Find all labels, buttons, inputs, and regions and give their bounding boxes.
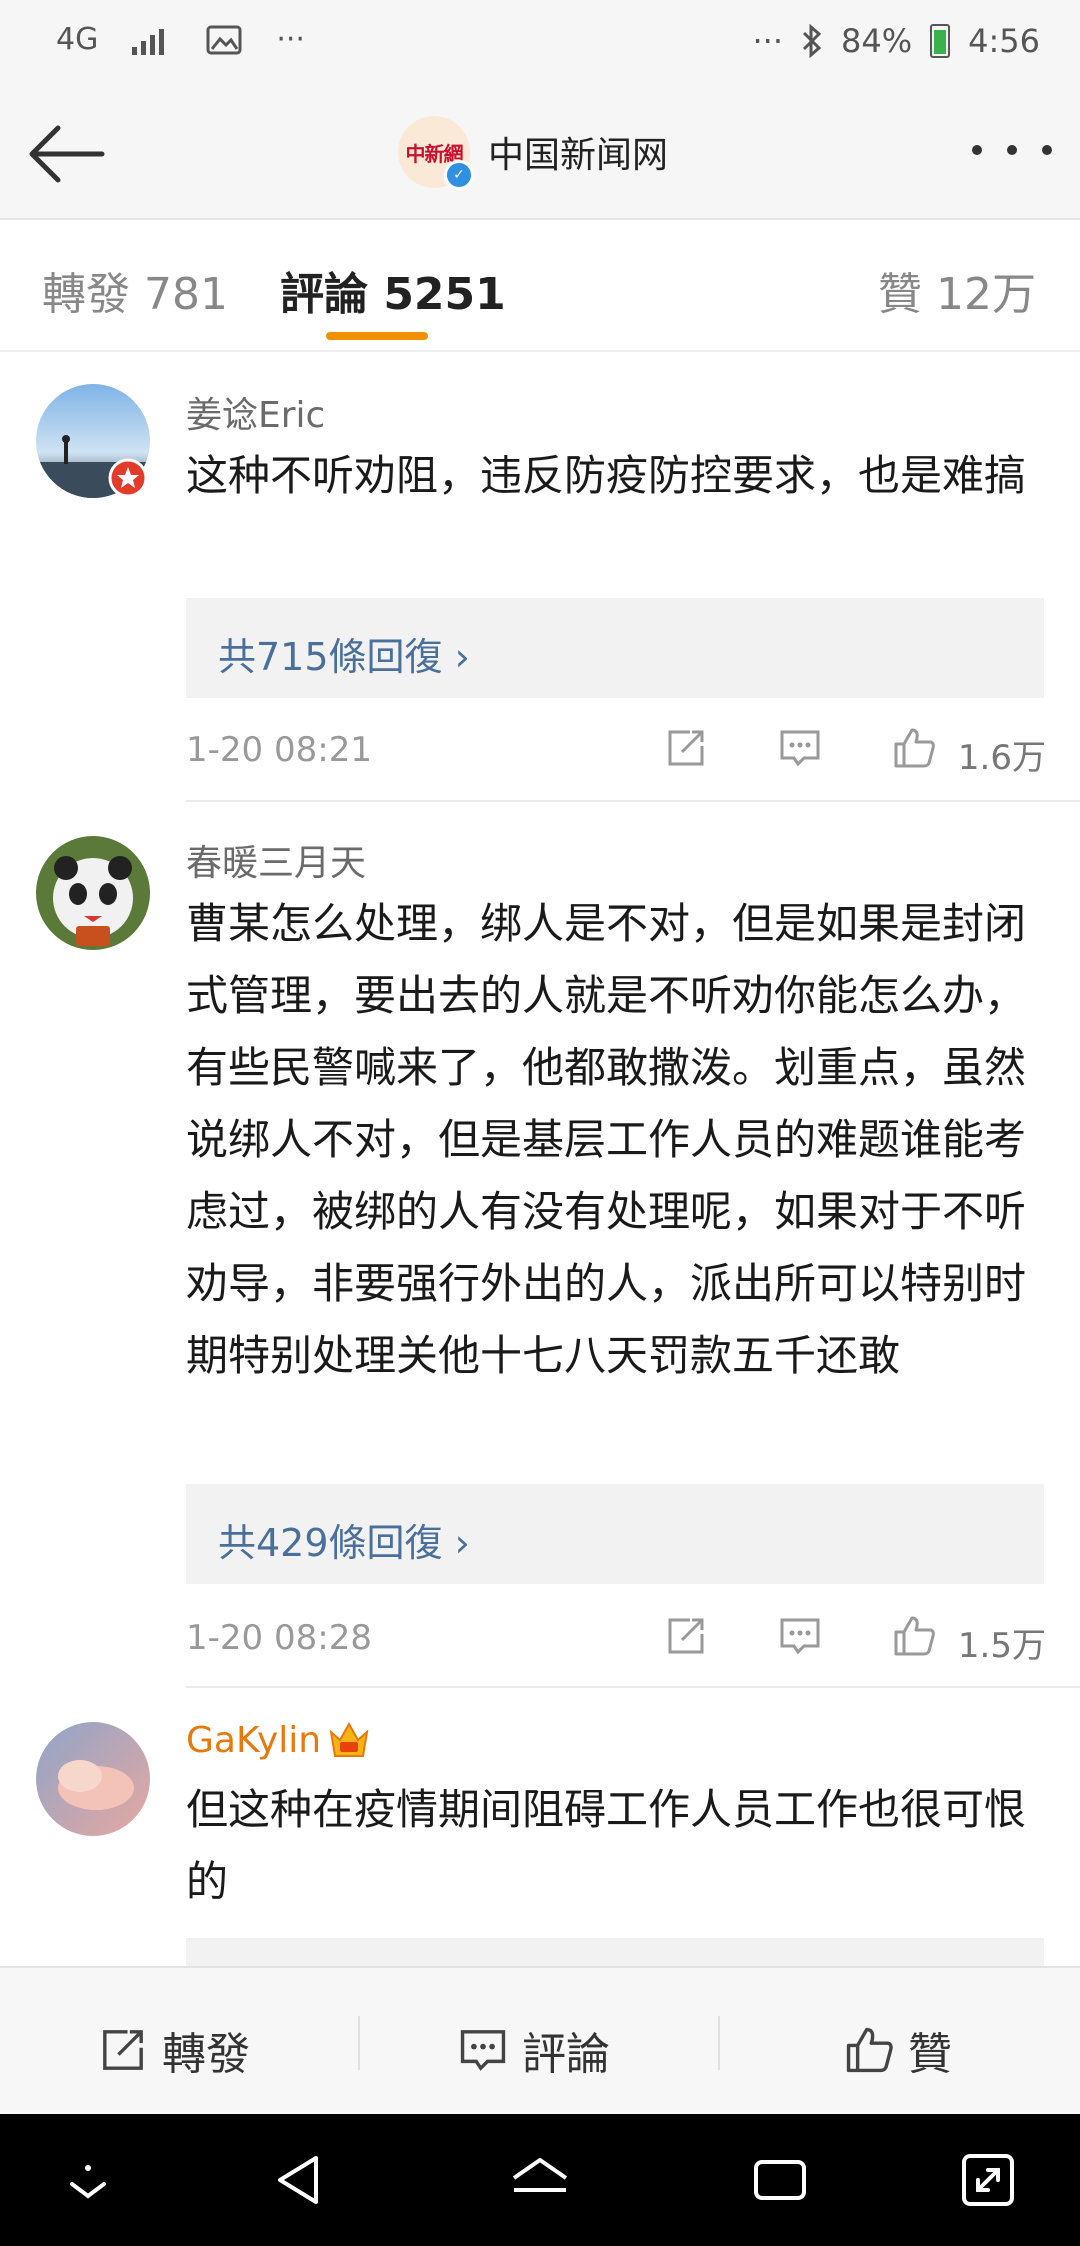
comment-button[interactable]: 評論 <box>458 2018 610 2082</box>
comment-label: 評論 <box>522 2029 610 2080</box>
repost-icon[interactable] <box>664 1614 708 1658</box>
comment-icon[interactable] <box>778 726 822 770</box>
like-count: 1.5万 <box>957 1626 1046 1666</box>
account-name[interactable]: 中国新闻网 <box>488 126 668 178</box>
battery-icon <box>930 24 951 58</box>
avatar[interactable] <box>36 1722 150 1836</box>
avatar-image <box>36 836 150 950</box>
repost-button[interactable]: 轉發 <box>98 2018 250 2082</box>
system-navigation-bar <box>0 2114 1080 2246</box>
signal-icon <box>132 28 165 55</box>
battery-percent: 84% <box>841 22 913 60</box>
repost-icon[interactable] <box>664 726 708 770</box>
divider <box>718 2016 720 2070</box>
clock: 4:56 <box>968 22 1040 60</box>
network-label: 4G <box>56 22 99 57</box>
divider <box>358 2016 360 2070</box>
back-arrow-icon[interactable] <box>24 112 108 196</box>
account-brand[interactable]: 中新網 ✓ 中国新闻网 <box>398 116 668 190</box>
tab-repost[interactable]: 轉發 781 <box>42 258 228 322</box>
member-badge-icon <box>108 458 148 498</box>
back-nav-icon[interactable] <box>270 2150 330 2210</box>
account-avatar[interactable]: 中新網 ✓ <box>398 116 474 190</box>
repost-label: 轉發 <box>162 2029 250 2080</box>
like-icon[interactable] <box>892 726 936 770</box>
divider <box>186 1686 1080 1688</box>
comment-time: 1-20 08:21 <box>186 730 372 770</box>
comment-username[interactable]: 姜谂Eric <box>186 386 325 438</box>
recents-nav-icon[interactable] <box>750 2150 810 2210</box>
avatar[interactable] <box>36 836 150 950</box>
comment-icon <box>460 2030 506 2071</box>
replies-count: 共429條回復 › <box>218 1521 470 1565</box>
status-bar: 4G ··· ··· 84% 4:56 <box>0 0 1080 90</box>
verified-badge-icon: ✓ <box>444 160 474 190</box>
tab-bar: 轉發 781 評論 5251 贊 12万 <box>0 220 1080 352</box>
repost-icon <box>103 2030 143 2070</box>
vip-crown-icon <box>329 1721 369 1757</box>
like-label: 贊 <box>908 2029 952 2080</box>
app-header: 中新網 ✓ 中国新闻网 <box>0 90 1080 220</box>
hide-keyboard-icon[interactable] <box>58 2150 118 2210</box>
more-options-icon[interactable] <box>972 130 1052 170</box>
replies-link[interactable]: 共715條回復 › <box>186 598 1044 698</box>
tab-comments[interactable]: 評論 5251 <box>280 258 506 322</box>
comment-meta: 1-20 08:28 1.5万 <box>186 1614 1046 1666</box>
divider <box>186 800 1080 802</box>
like-button[interactable]: 贊 <box>844 2018 952 2082</box>
active-tab-indicator <box>326 332 428 340</box>
comment-username[interactable]: GaKylin <box>186 1720 321 1761</box>
comment-icon[interactable] <box>778 1614 822 1658</box>
replies-count: 共715條回復 › <box>218 635 470 679</box>
comment-text: 但这种在疫情期间阻碍工作人员工作也很可恨的 <box>186 1785 1027 1906</box>
like-icon[interactable] <box>892 1614 936 1658</box>
like-icon <box>846 2027 893 2073</box>
home-nav-icon[interactable] <box>510 2150 570 2210</box>
replies-link[interactable]: 共429條回復 › <box>186 1484 1044 1584</box>
comment-text: 曹某怎么处理，绑人是不对，但是如果是封闭式管理，要出去的人就是不听劝你能怎么办，… <box>186 899 1027 1380</box>
bluetooth-icon <box>802 24 822 58</box>
tab-likes[interactable]: 贊 12万 <box>878 258 1036 322</box>
comment-time: 1-20 08:28 <box>186 1618 372 1658</box>
overflow-notification-icon: ··· <box>276 22 305 57</box>
bottom-action-bar: 轉發 評論 贊 <box>0 1966 1080 2116</box>
expand-screen-icon[interactable] <box>958 2150 1018 2210</box>
comment-username[interactable]: 春暖三月天 <box>186 834 366 886</box>
overflow-status-icon: ··· <box>752 22 784 60</box>
like-count: 1.6万 <box>957 738 1046 778</box>
comment-meta: 1-20 08:21 1.6万 <box>186 726 1046 778</box>
image-notification-icon <box>206 25 242 54</box>
comment-text: 这种不听劝阻，违反防疫防控要求，也是难搞 <box>186 451 1027 500</box>
avatar-image <box>36 1722 150 1836</box>
